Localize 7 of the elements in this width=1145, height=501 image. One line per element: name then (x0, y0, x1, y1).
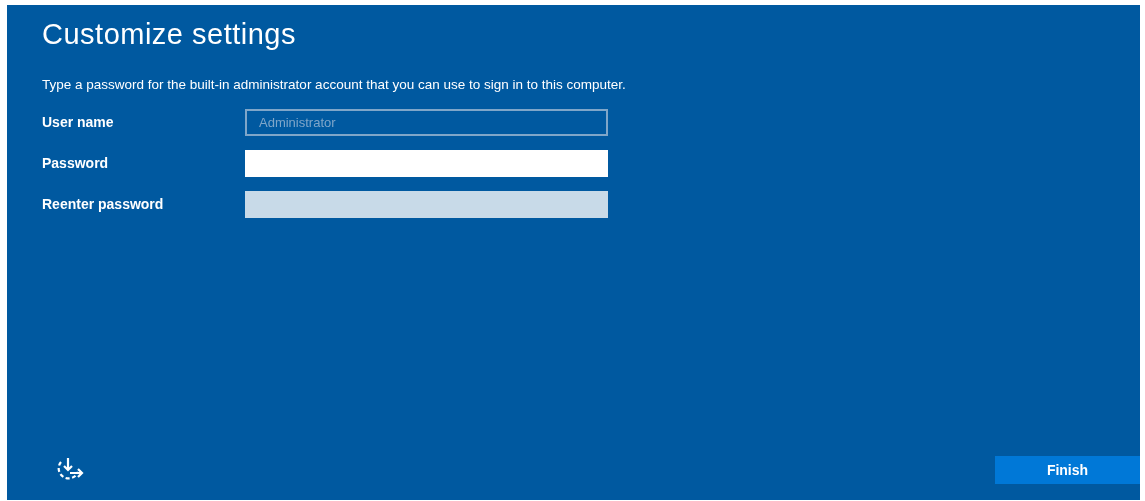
finish-button[interactable]: Finish (995, 456, 1140, 484)
field-label: Password (42, 154, 110, 174)
instruction-text: Type a password for the built-in administrator account that you can use to sign in to this computer. (42, 75, 627, 94)
field-label: Reenter password (42, 195, 165, 215)
page-title: Customize settings (42, 17, 297, 52)
password-field[interactable] (245, 150, 608, 178)
field-label: User name (42, 113, 115, 133)
